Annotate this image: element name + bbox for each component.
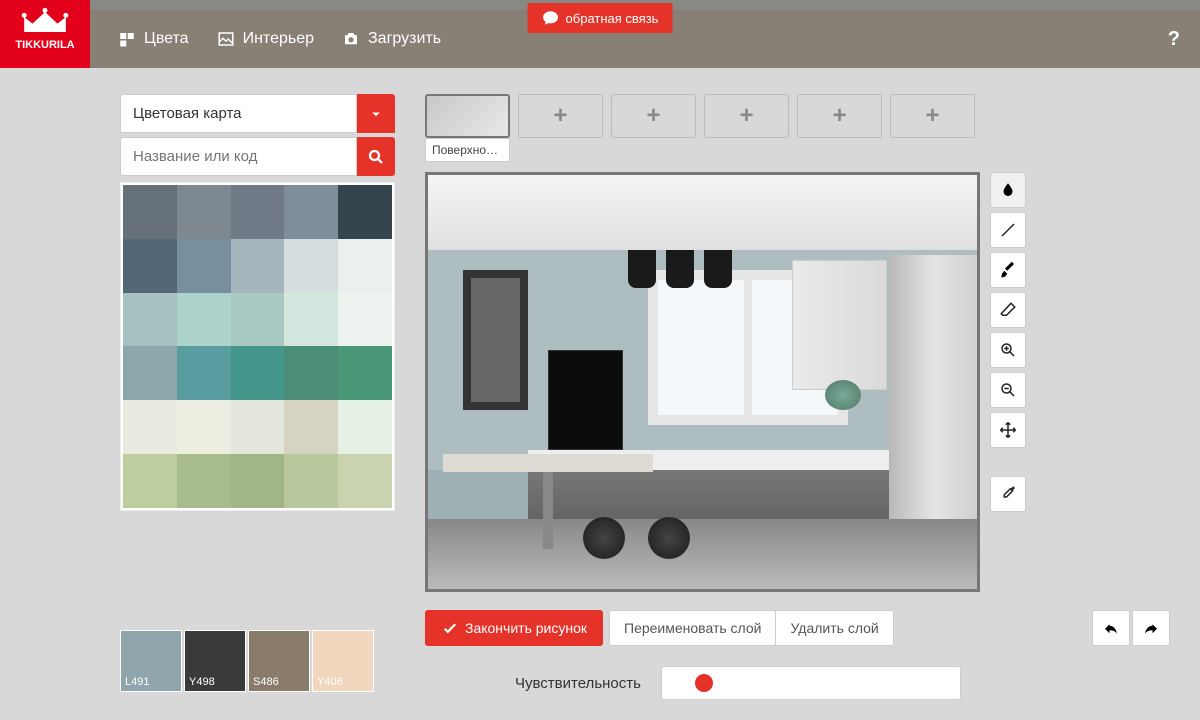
zoom-in-icon [999, 341, 1017, 359]
undo-icon [1102, 619, 1120, 637]
speech-icon [542, 9, 560, 27]
check-icon [441, 619, 459, 637]
eyedropper-icon [999, 485, 1017, 503]
slider-thumb[interactable] [695, 674, 713, 692]
swatch-12[interactable] [231, 293, 285, 347]
move-icon [999, 421, 1017, 439]
surface-tabs: Поверхно… + + + + + [425, 94, 1170, 162]
swatch-11[interactable] [177, 293, 231, 347]
swatch-19[interactable] [338, 346, 392, 400]
tool-panel [990, 172, 1030, 592]
sensitivity-label: Чувствительность [515, 675, 641, 692]
swatch-15[interactable] [123, 346, 177, 400]
surface-tab-add-2[interactable]: + [518, 94, 603, 162]
palette-icon [118, 30, 136, 48]
nav-interior[interactable]: Интерьер [217, 30, 314, 48]
tool-move[interactable] [990, 412, 1026, 448]
nav-colors[interactable]: Цвета [118, 30, 189, 48]
tool-zoom-in[interactable] [990, 332, 1026, 368]
swatch-6[interactable] [177, 239, 231, 293]
swatch-16[interactable] [177, 346, 231, 400]
zoom-out-icon [999, 381, 1017, 399]
swatch-13[interactable] [284, 293, 338, 347]
kitchen-illustration [428, 175, 977, 589]
line-icon [999, 221, 1017, 239]
brush-icon [999, 261, 1017, 279]
camera-icon [342, 30, 360, 48]
color-search-button[interactable] [357, 137, 395, 176]
search-icon [367, 148, 385, 166]
swatch-28[interactable] [284, 454, 338, 508]
tool-brush[interactable] [990, 252, 1026, 288]
tool-line[interactable] [990, 212, 1026, 248]
swatch-5[interactable] [123, 239, 177, 293]
swatch-1[interactable] [177, 185, 231, 239]
swatch-10[interactable] [123, 293, 177, 347]
swatch-3[interactable] [284, 185, 338, 239]
swatch-grid [120, 182, 395, 511]
swatch-29[interactable] [338, 454, 392, 508]
finish-button[interactable]: Закончить рисунок [425, 610, 603, 646]
swatch-23[interactable] [284, 400, 338, 454]
image-icon [217, 30, 235, 48]
undo-button[interactable] [1092, 610, 1130, 646]
surface-tab-add-5[interactable]: + [797, 94, 882, 162]
color-map-dropdown[interactable]: Цветовая карта [120, 94, 357, 133]
nav-help[interactable]: ? [1168, 28, 1180, 51]
color-map-caret[interactable] [357, 94, 395, 133]
eraser-icon [999, 301, 1017, 319]
swatch-20[interactable] [123, 400, 177, 454]
tool-zoom-out[interactable] [990, 372, 1026, 408]
color-panel: Цветовая карта [120, 94, 395, 511]
swatch-25[interactable] [123, 454, 177, 508]
swatch-26[interactable] [177, 454, 231, 508]
tool-eraser[interactable] [990, 292, 1026, 328]
swatch-7[interactable] [231, 239, 285, 293]
swatch-9[interactable] [338, 239, 392, 293]
swatch-17[interactable] [231, 346, 285, 400]
swatch-21[interactable] [177, 400, 231, 454]
swatch-24[interactable] [338, 400, 392, 454]
drop-icon [999, 181, 1017, 199]
swatch-8[interactable] [284, 239, 338, 293]
swatch-2[interactable] [231, 185, 285, 239]
swatch-14[interactable] [338, 293, 392, 347]
surface-tab-1[interactable]: Поверхно… [425, 94, 510, 162]
swatch-0[interactable] [123, 185, 177, 239]
selected-color-1[interactable]: Y498 [184, 630, 246, 692]
swatch-4[interactable] [338, 185, 392, 239]
brand-logo[interactable]: TIKKURILA [0, 0, 90, 68]
tool-fill[interactable] [990, 172, 1026, 208]
crown-icon [20, 7, 70, 37]
redo-button[interactable] [1132, 610, 1170, 646]
selected-color-0[interactable]: L491 [120, 630, 182, 692]
selected-colors: L491Y498S486Y406 [120, 630, 374, 692]
feedback-button[interactable]: обратная связь [528, 3, 673, 33]
selected-color-2[interactable]: S486 [248, 630, 310, 692]
caret-down-icon [367, 105, 385, 123]
sensitivity-slider[interactable] [661, 666, 961, 700]
paint-canvas[interactable] [425, 172, 980, 592]
nav-upload[interactable]: Загрузить [342, 30, 441, 48]
surface-tab-add-4[interactable]: + [704, 94, 789, 162]
surface-tab-add-3[interactable]: + [611, 94, 696, 162]
delete-layer-button[interactable]: Удалить слой [776, 610, 893, 646]
color-search-input[interactable] [120, 137, 357, 176]
tool-eyedropper[interactable] [990, 476, 1026, 512]
rename-layer-button[interactable]: Переименовать слой [609, 610, 776, 646]
surface-tab-add-6[interactable]: + [890, 94, 975, 162]
selected-color-3[interactable]: Y406 [312, 630, 374, 692]
redo-icon [1142, 619, 1160, 637]
swatch-22[interactable] [231, 400, 285, 454]
swatch-18[interactable] [284, 346, 338, 400]
swatch-27[interactable] [231, 454, 285, 508]
